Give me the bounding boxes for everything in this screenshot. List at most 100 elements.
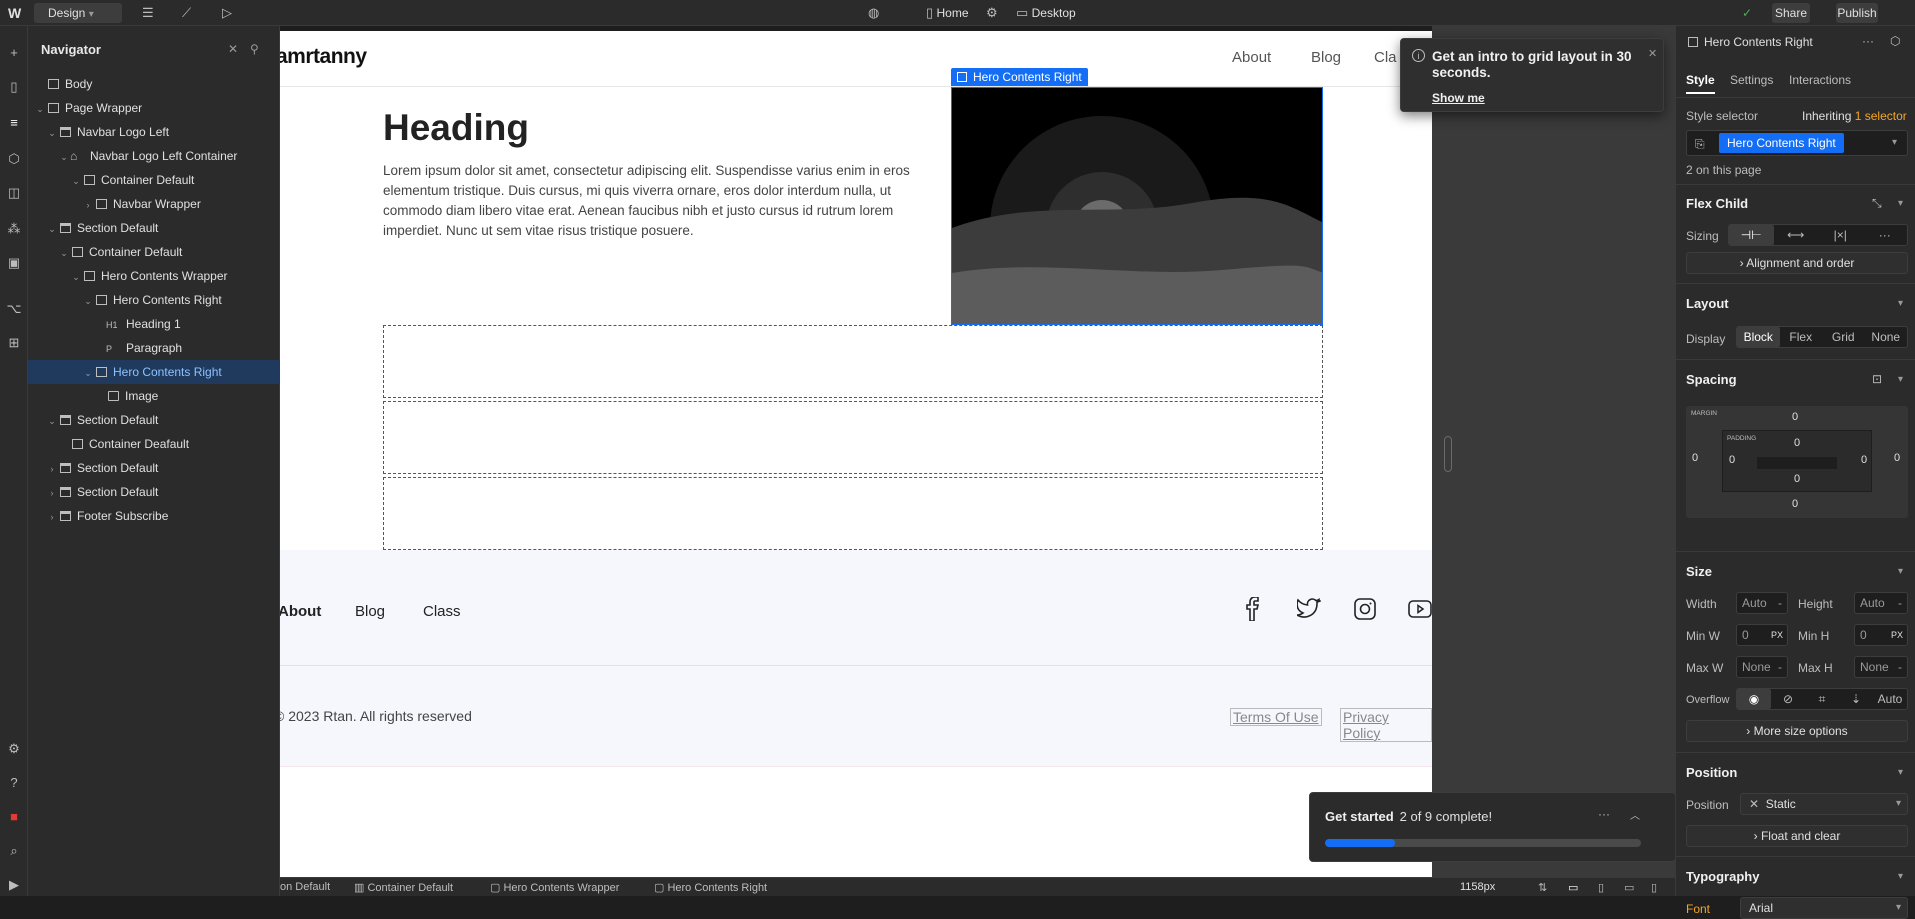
margin-left[interactable]: 0 bbox=[1692, 452, 1698, 464]
display-grid[interactable]: Grid bbox=[1822, 327, 1865, 347]
hero-heading[interactable]: Heading bbox=[383, 107, 529, 149]
video-icon[interactable]: ▶ bbox=[5, 876, 23, 894]
display-segmented[interactable]: Block Flex Grid None bbox=[1736, 326, 1908, 348]
padding-left[interactable]: 0 bbox=[1729, 454, 1735, 466]
breakpoint-selector[interactable]: ▭ Desktop bbox=[1016, 3, 1076, 23]
visible-icon[interactable]: ◉ bbox=[1737, 689, 1771, 709]
chevron-down-icon[interactable]: ▾ bbox=[1892, 133, 1897, 153]
navigator-item[interactable]: › Section Default bbox=[28, 480, 280, 504]
navigator-item[interactable]: H1 Heading 1 bbox=[28, 312, 280, 336]
position-select[interactable]: ✕ Static ▾ bbox=[1740, 793, 1908, 815]
pin-icon[interactable]: ⚲ bbox=[250, 42, 259, 56]
apps-icon[interactable]: ⊞ bbox=[5, 334, 23, 352]
more-icon[interactable]: ··· bbox=[1598, 807, 1610, 821]
page-selector[interactable]: ▯ Home bbox=[926, 3, 969, 23]
chevron-down-icon[interactable]: ⌄ bbox=[70, 169, 82, 193]
tab-interactions[interactable]: Interactions bbox=[1789, 73, 1851, 87]
navigator-item[interactable]: ⌄ Navbar Logo Left bbox=[28, 120, 280, 144]
cms-icon[interactable]: ☰ bbox=[142, 3, 154, 23]
record-icon[interactable]: ■ bbox=[5, 808, 23, 826]
nav-link-about[interactable]: About bbox=[1232, 49, 1271, 66]
margin-box[interactable]: MARGIN 0 0 0 0 PADDING 0 0 0 0 bbox=[1686, 406, 1908, 518]
design-mode-button[interactable]: Design ▾ bbox=[34, 3, 122, 23]
nav-link-blog[interactable]: Blog bbox=[1311, 49, 1341, 66]
privacy-link[interactable]: Privacy Policy bbox=[1340, 708, 1432, 742]
margin-right[interactable]: 0 bbox=[1894, 452, 1900, 464]
tablet-icon[interactable]: ▯ bbox=[1598, 881, 1604, 894]
alignment-button[interactable]: › Alignment and order bbox=[1686, 252, 1908, 274]
help-icon[interactable]: ? bbox=[5, 774, 23, 792]
cms-collections-icon[interactable]: ◫ bbox=[5, 184, 23, 202]
grid-cell-3[interactable] bbox=[383, 477, 1323, 550]
scroll-icon[interactable]: ⌗ bbox=[1805, 689, 1839, 709]
settings-icon[interactable]: ⚙ bbox=[5, 740, 23, 758]
display-none[interactable]: None bbox=[1865, 327, 1908, 347]
navigator-item[interactable]: ⌄ Container Default bbox=[28, 240, 280, 264]
none-icon[interactable]: |×| bbox=[1818, 225, 1863, 245]
breadcrumb-item[interactable]: on Default bbox=[280, 881, 330, 893]
collapse-all-icon[interactable]: ✕ bbox=[228, 42, 238, 56]
navigator-item[interactable]: ⌄ Container Default bbox=[28, 168, 280, 192]
close-icon[interactable]: ✕ bbox=[1648, 47, 1657, 60]
hero-paragraph[interactable]: Lorem ipsum dolor sit amet, consectetur … bbox=[383, 161, 943, 241]
assets-icon[interactable]: ▣ bbox=[5, 254, 23, 272]
breadcrumb-item[interactable]: ▢ Hero Contents Wrapper bbox=[490, 881, 619, 894]
footer-link-about[interactable]: About bbox=[280, 603, 321, 620]
hidden-icon[interactable]: ⊘ bbox=[1771, 689, 1805, 709]
navigator-item[interactable]: ⌄ Hero Contents Wrapper bbox=[28, 264, 280, 288]
share-button[interactable]: Share bbox=[1772, 3, 1810, 23]
overflow-segmented[interactable]: ◉ ⊘ ⌗ ⇣ Auto bbox=[1736, 688, 1908, 710]
navigator-item[interactable]: › Navbar Wrapper bbox=[28, 192, 280, 216]
terms-link[interactable]: Terms Of Use bbox=[1230, 708, 1322, 726]
chevron-down-icon[interactable]: ⌄ bbox=[70, 265, 82, 289]
chevron-down-icon[interactable]: ⌄ bbox=[34, 97, 46, 121]
navigator-item[interactable]: ⌄ Section Default bbox=[28, 408, 280, 432]
max-width-input[interactable]: None - bbox=[1736, 656, 1788, 678]
chevron-up-icon[interactable]: ︿ bbox=[1630, 807, 1640, 822]
inheriting-text[interactable]: Inheriting 1 selector bbox=[1802, 109, 1907, 123]
logic-icon[interactable]: ⌥ bbox=[5, 300, 23, 318]
grow-icon[interactable]: ⟷ bbox=[1774, 225, 1819, 245]
shrink-icon[interactable]: ⊣⊢ bbox=[1729, 225, 1774, 245]
selector-field[interactable]: ⎘ Hero Contents Right ▾ bbox=[1686, 130, 1908, 156]
width-input[interactable]: Auto - bbox=[1736, 592, 1788, 614]
chevron-down-icon[interactable]: ⌄ bbox=[58, 241, 70, 265]
navigator-item[interactable]: › Section Default bbox=[28, 456, 280, 480]
navigator-item[interactable]: P Paragraph bbox=[28, 336, 280, 360]
more-icon[interactable]: ··· bbox=[1862, 34, 1874, 48]
desktop-breakpoint-icon[interactable]: ▭ bbox=[1568, 881, 1578, 894]
resize-handle[interactable] bbox=[1444, 436, 1452, 472]
chevron-down-icon[interactable]: ▾ bbox=[1898, 871, 1903, 882]
spacing-preset-icon[interactable]: ⊡ bbox=[1872, 372, 1882, 386]
chevron-down-icon[interactable]: ⌄ bbox=[58, 145, 70, 169]
navigator-item[interactable]: ⌄ Section Default bbox=[28, 216, 280, 240]
margin-bottom[interactable]: 0 bbox=[1792, 498, 1798, 510]
components-icon[interactable]: ⬡ bbox=[5, 150, 23, 168]
facebook-icon[interactable] bbox=[1241, 597, 1265, 621]
chevron-right-icon[interactable]: › bbox=[46, 481, 58, 505]
chevron-down-icon[interactable]: ▾ bbox=[1898, 198, 1903, 209]
font-select[interactable]: Arial ▾ bbox=[1740, 897, 1908, 919]
more-size-options-button[interactable]: › More size options bbox=[1686, 720, 1908, 742]
twitter-icon[interactable] bbox=[1297, 597, 1321, 621]
nav-link-class[interactable]: Cla bbox=[1374, 49, 1397, 66]
analytics-icon[interactable]: ⟋ bbox=[182, 3, 191, 23]
publish-button[interactable]: Publish bbox=[1836, 3, 1878, 23]
padding-bottom[interactable]: 0 bbox=[1794, 473, 1800, 485]
preview-icon[interactable]: ▷ bbox=[222, 3, 232, 23]
chevron-down-icon[interactable]: ⌄ bbox=[46, 409, 58, 433]
padding-right[interactable]: 0 bbox=[1861, 454, 1867, 466]
sizing-segmented[interactable]: ⊣⊢ ⟷ |×| ··· bbox=[1728, 224, 1908, 246]
breadcrumb-item[interactable]: ▥ Container Default bbox=[354, 881, 453, 894]
chevron-down-icon[interactable]: ▾ bbox=[1898, 566, 1903, 577]
add-class-icon[interactable]: ⎘ bbox=[1695, 134, 1705, 154]
navigator-item[interactable]: ⌄ Hero Contents Right bbox=[28, 288, 280, 312]
component-icon[interactable]: ⬡ bbox=[1890, 34, 1900, 48]
padding-box[interactable]: PADDING 0 0 0 0 bbox=[1722, 430, 1872, 492]
mobile-portrait-icon[interactable]: ▯ bbox=[1651, 881, 1657, 894]
navigator-item[interactable]: Image bbox=[28, 384, 280, 408]
overflow-auto[interactable]: Auto bbox=[1873, 689, 1907, 709]
display-flex[interactable]: Flex bbox=[1780, 327, 1823, 347]
tab-style[interactable]: Style bbox=[1686, 73, 1715, 94]
navigator-item[interactable]: Container Deafault bbox=[28, 432, 280, 456]
